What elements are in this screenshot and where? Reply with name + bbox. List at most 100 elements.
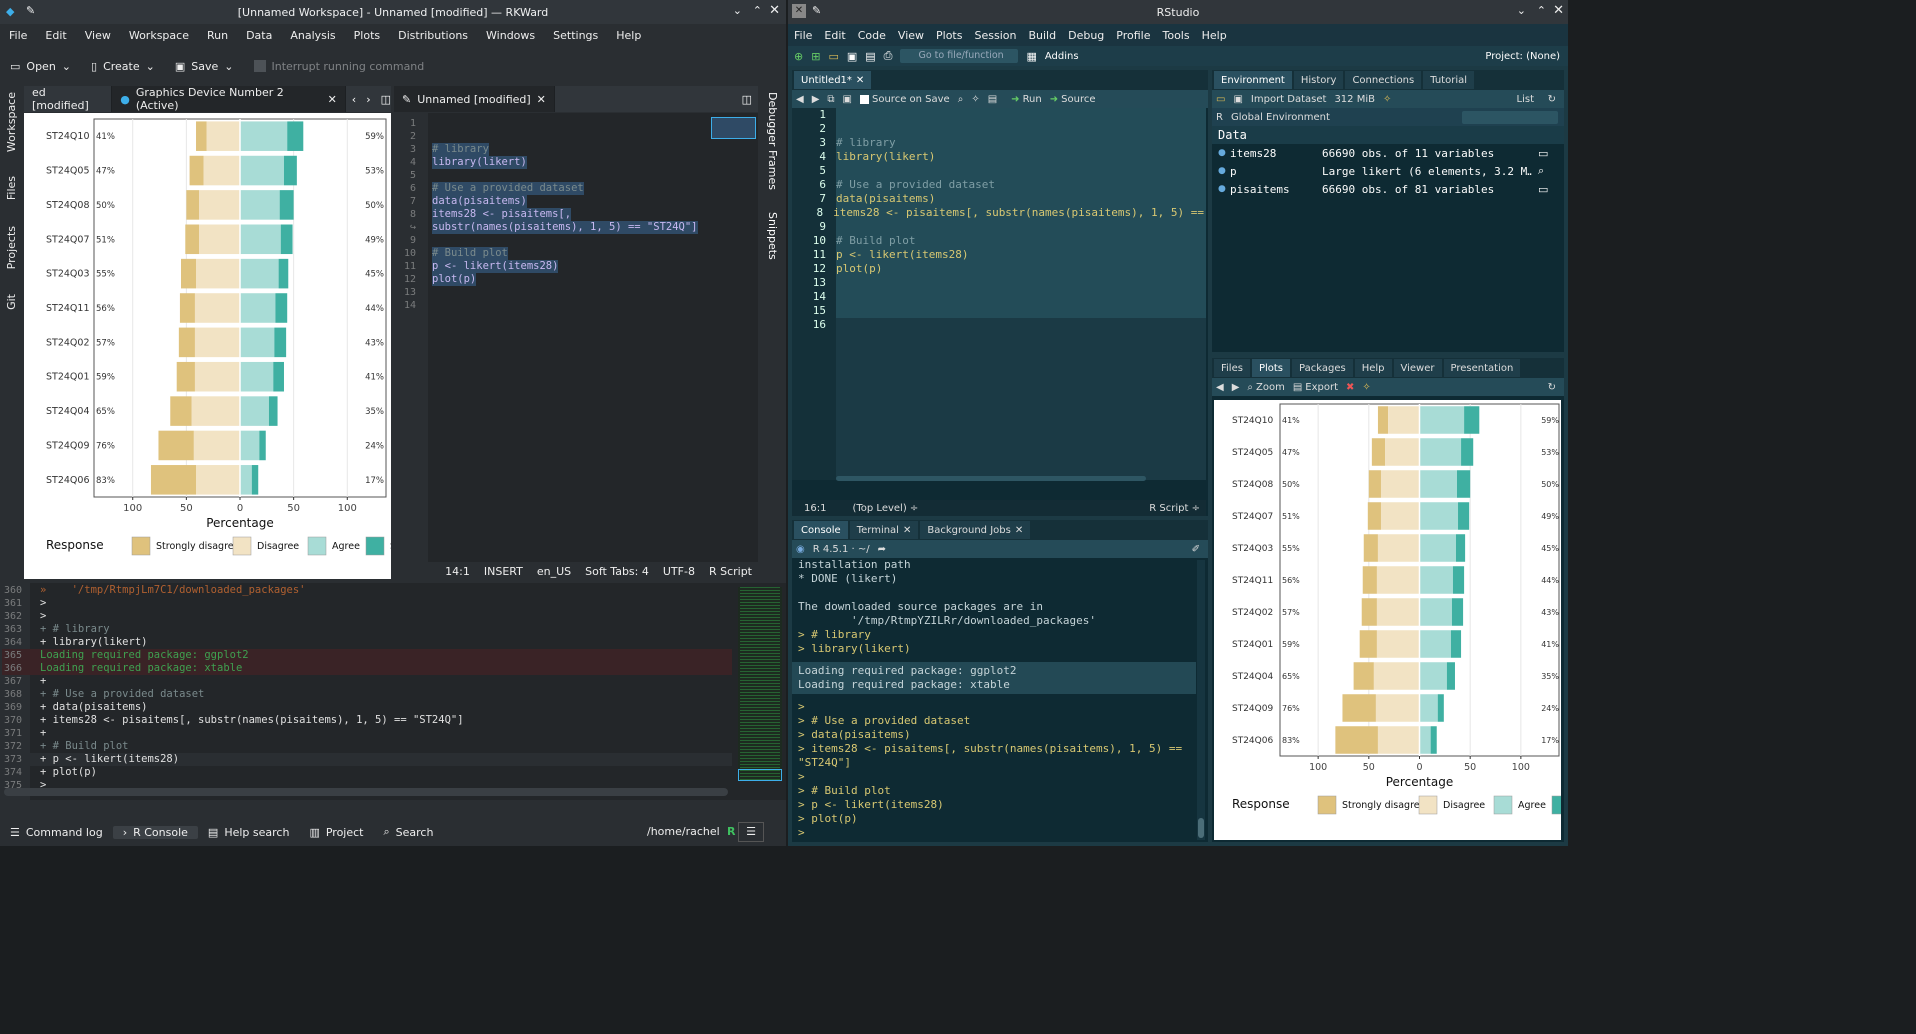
console-horizontal-scrollbar[interactable]	[4, 788, 728, 796]
clear-console-icon[interactable]: ✐	[1192, 544, 1200, 555]
menu-edit[interactable]: Edit	[818, 29, 851, 42]
minimize-icon[interactable]: ⌄	[1517, 4, 1526, 17]
view-data-icon[interactable]: ▭	[1538, 183, 1548, 196]
file-type[interactable]: R Script	[709, 565, 752, 578]
broom-icon[interactable]: ✧	[1383, 94, 1391, 105]
tab-script-modified[interactable]: ed [modified]	[24, 86, 113, 112]
compile-icon[interactable]: ▤	[988, 94, 997, 105]
maximize-icon[interactable]: ⌃	[1537, 4, 1546, 17]
maximize-icon[interactable]: ⌃	[753, 4, 762, 17]
tab-help-search[interactable]: ▤ Help search	[198, 826, 300, 839]
tab-help[interactable]: Help	[1354, 359, 1392, 377]
close-icon[interactable]: ✕	[1553, 3, 1564, 18]
tab-untitled1[interactable]: Untitled1* ✕	[794, 71, 872, 89]
split-view-icon[interactable]: ◫	[381, 93, 391, 106]
menu-distributions[interactable]: Distributions	[389, 29, 477, 42]
create-button[interactable]: ▯ Create ⌄	[81, 60, 165, 73]
encoding[interactable]: UTF-8	[663, 565, 695, 578]
tab-presentation[interactable]: Presentation	[1443, 359, 1521, 377]
chevron-left-icon[interactable]: ‹	[352, 93, 356, 106]
menu-build[interactable]: Build	[1022, 29, 1062, 42]
menu-help[interactable]: Help	[607, 29, 650, 42]
sidebar-files[interactable]: Files	[5, 176, 18, 200]
menu-file[interactable]: File	[788, 29, 818, 42]
close-icon[interactable]: ✕	[903, 525, 911, 536]
forward-icon[interactable]: ▶	[812, 94, 820, 105]
env-row[interactable]: ● pisaitems 66690 obs. of 81 variables ▭	[1212, 180, 1564, 198]
save-button[interactable]: ▣ Save ⌄	[165, 60, 244, 73]
back-icon[interactable]: ◀	[796, 94, 804, 105]
menu-tools[interactable]: Tools	[1156, 29, 1195, 42]
tab-search[interactable]: ⌕ Search	[373, 825, 443, 839]
menu-plots[interactable]: Plots	[345, 29, 389, 42]
sidebar-git[interactable]: Git	[5, 294, 18, 310]
close-icon[interactable]: ✕	[1015, 525, 1023, 536]
run-button[interactable]: ➜ Run	[1011, 94, 1042, 105]
new-file-icon[interactable]: ⊕	[794, 50, 803, 63]
list-view-menu[interactable]: List	[1517, 94, 1534, 105]
memory-usage[interactable]: 312 MiB	[1334, 94, 1375, 105]
source-editor[interactable]: 1 2 3 # library 4 library(likert) 5 6 # Use a pr…	[792, 108, 1206, 481]
tab-unnamed-script[interactable]: ✎ Unnamed [modified] ✕	[394, 86, 555, 112]
pin-icon[interactable]: ✎	[812, 4, 821, 17]
addins-menu[interactable]: Addins	[1045, 51, 1079, 62]
env-row[interactable]: ● p Large likert (6 elements, 3.2 M… ⌕	[1212, 162, 1564, 180]
expand-icon[interactable]: ●	[1218, 184, 1230, 194]
language-selector[interactable]: R	[1216, 112, 1223, 123]
indentation[interactable]: Soft Tabs: 4	[585, 565, 649, 578]
dock-snippets[interactable]: Snippets	[766, 212, 779, 260]
tab-files[interactable]: Files	[1214, 359, 1250, 377]
menu-windows[interactable]: Windows	[477, 29, 544, 42]
menu-file[interactable]: File	[0, 29, 36, 42]
menu-view[interactable]: View	[892, 29, 930, 42]
dictionary[interactable]: en_US	[537, 565, 571, 578]
broom-icon[interactable]: ✧	[1362, 382, 1370, 393]
tab-console[interactable]: Console	[794, 521, 848, 539]
tab-connections[interactable]: Connections	[1345, 71, 1422, 89]
menu-workspace[interactable]: Workspace	[120, 29, 198, 42]
menu-settings[interactable]: Settings	[544, 29, 607, 42]
tab-history[interactable]: History	[1293, 71, 1344, 89]
save-icon[interactable]: ▣	[847, 50, 857, 63]
menu-view[interactable]: View	[76, 29, 120, 42]
expand-icon[interactable]: ●	[1218, 148, 1230, 158]
refresh-icon[interactable]: ↻	[1548, 382, 1556, 393]
tab-environment[interactable]: Environment	[1214, 71, 1292, 89]
source-on-save-checkbox[interactable]: Source on Save	[860, 94, 950, 105]
console-scrollbar[interactable]	[1197, 560, 1205, 840]
rkward-console[interactable]: 360 » '/tmp/RtmpjLm7C1/downloaded_package…	[0, 583, 786, 800]
environment-search-input[interactable]	[1462, 110, 1558, 124]
close-icon[interactable]: ✕	[769, 3, 780, 18]
input-mode[interactable]: INSERT	[484, 565, 523, 578]
tab-tutorial[interactable]: Tutorial	[1423, 71, 1474, 89]
load-workspace-icon[interactable]: ▭	[1216, 94, 1225, 105]
tab-project[interactable]: ▥ Project	[299, 826, 373, 839]
view-data-icon[interactable]: ⌕	[1538, 164, 1544, 178]
search-icon[interactable]: ⌕	[958, 94, 964, 105]
close-icon[interactable]: ✕	[856, 75, 864, 86]
global-env-selector[interactable]: Global Environment	[1231, 112, 1330, 123]
refresh-icon[interactable]: ↻	[1548, 94, 1556, 105]
dock-debugger-frames[interactable]: Debugger Frames	[766, 92, 779, 190]
menu-debug[interactable]: Debug	[1062, 29, 1110, 42]
show-in-window-icon[interactable]: ⧉	[827, 94, 834, 105]
menu-session[interactable]: Session	[968, 29, 1022, 42]
working-directory[interactable]: /home/rachel	[647, 825, 720, 838]
remove-plot-icon[interactable]: ✖	[1346, 382, 1354, 393]
pin-icon[interactable]: ✎	[26, 4, 35, 17]
back-icon[interactable]: ◀	[1216, 382, 1224, 393]
menu-profile[interactable]: Profile	[1110, 29, 1156, 42]
chevron-right-icon[interactable]: ›	[366, 93, 370, 106]
menu-help[interactable]: Help	[1196, 29, 1233, 42]
grid-icon[interactable]: ▦	[1026, 50, 1036, 63]
close-icon[interactable]: ✕	[537, 93, 546, 106]
print-icon[interactable]: ⎙	[884, 49, 893, 63]
save-all-icon[interactable]: ▤	[865, 50, 875, 63]
split-view-icon[interactable]: ◫	[742, 93, 752, 106]
save-workspace-icon[interactable]: ▣	[1233, 94, 1242, 105]
open-button[interactable]: ▭ Open ⌄	[0, 60, 81, 73]
go-to-directory-icon[interactable]: ➦	[878, 544, 886, 555]
menu-run[interactable]: Run	[198, 29, 237, 42]
forward-icon[interactable]: ▶	[1232, 382, 1240, 393]
export-menu[interactable]: ▤ Export	[1293, 382, 1338, 393]
